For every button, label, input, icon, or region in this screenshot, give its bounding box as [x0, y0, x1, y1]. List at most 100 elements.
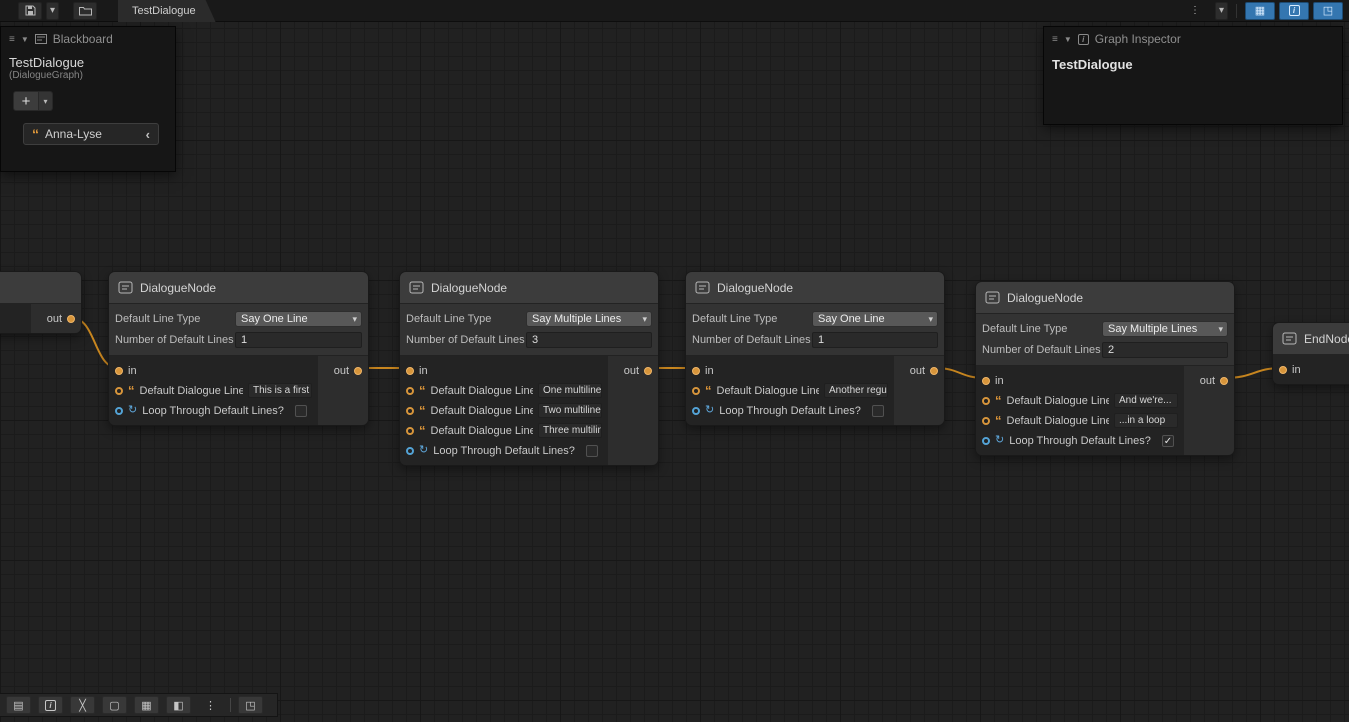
in-port[interactable] [115, 367, 123, 375]
blackboard-toggle-button[interactable]: ▦ [1245, 2, 1275, 20]
dialogue-line-port[interactable] [115, 387, 123, 395]
more-options-button[interactable]: ⋮ [1183, 2, 1207, 20]
port-row: “ Default Dialogue Line 1 And we're... [982, 392, 1178, 409]
dialogue-line-field[interactable]: Three multiline [538, 423, 602, 438]
port-row: out [624, 362, 652, 379]
node-title: DialogueNode [1007, 291, 1083, 305]
node-header[interactable]: DialogueNode [686, 272, 944, 304]
blackboard-property[interactable]: “ Anna-Lyse ‹ [23, 123, 159, 145]
dialogue-line-field[interactable]: ...in a loop [1114, 413, 1178, 428]
collapse-icon[interactable]: ▼ [21, 35, 29, 44]
dialogue-line-field[interactable]: Two multiline [538, 403, 602, 418]
save-options-caret[interactable]: ▾ [46, 2, 59, 20]
more-button[interactable]: ⋮ [198, 696, 223, 714]
node-properties: Default Line Type Say One Line Number of… [686, 304, 944, 356]
out-port[interactable] [930, 367, 938, 375]
num-lines-field[interactable]: 2 [1102, 342, 1228, 358]
dialogue-line-field[interactable]: This is a first [248, 383, 312, 398]
line-type-dropdown[interactable]: Say One Line [812, 311, 938, 327]
loop-checkbox[interactable] [295, 405, 307, 417]
num-lines-field[interactable]: 1 [235, 332, 362, 348]
quote-icon: “ [705, 386, 712, 395]
dialogue-line-port[interactable] [406, 427, 414, 435]
info-icon: i [1078, 34, 1089, 45]
dialogue-node[interactable]: DialogueNode Default Line Type Say Multi… [399, 271, 659, 466]
save-button[interactable] [18, 2, 42, 20]
dialogue-line-port[interactable] [982, 417, 990, 425]
property-row: Default Line Type Say One Line [692, 310, 938, 328]
dialogue-node[interactable]: DialogueNode Default Line Type Say One L… [685, 271, 945, 426]
dialogue-line-field[interactable]: And we're... [1114, 393, 1178, 408]
dialogue-node[interactable]: DialogueNode Default Line Type Say Multi… [975, 281, 1235, 456]
out-port[interactable] [644, 367, 652, 375]
window-button[interactable]: ▢ [102, 696, 127, 714]
inspector-toggle-button[interactable]: i [1279, 2, 1309, 20]
add-property-caret[interactable]: ▾ [39, 91, 53, 111]
out-port[interactable] [1220, 377, 1228, 385]
in-port[interactable] [692, 367, 700, 375]
line-type-dropdown[interactable]: Say Multiple Lines [1102, 321, 1228, 337]
in-port[interactable] [1279, 366, 1287, 374]
end-node[interactable]: EndNode in [1272, 322, 1349, 385]
add-property-button[interactable]: + [13, 91, 39, 111]
graph-canvas[interactable]: Node kerName out DialogueNode Default [0, 0, 1349, 722]
inspector-header[interactable]: ≡ ▼ i Graph Inspector [1044, 27, 1342, 51]
console-button[interactable]: ▤ [6, 696, 31, 714]
speaker-node[interactable]: Node kerName out [0, 271, 82, 334]
graph-tab-label: TestDialogue [132, 5, 196, 17]
dialogue-node-icon [695, 281, 710, 294]
out-port[interactable] [67, 315, 75, 323]
loop-checkbox[interactable] [586, 445, 598, 457]
loop-label: Loop Through Default Lines? [142, 405, 284, 417]
dialogue-line-port[interactable] [982, 397, 990, 405]
in-port-label: in [995, 375, 1004, 387]
dialogue-line-port[interactable] [406, 407, 414, 415]
port-row: out [47, 310, 75, 327]
port-row: in [115, 362, 312, 379]
blackboard-button[interactable]: ▦ [134, 696, 159, 714]
node-header[interactable]: DialogueNode [109, 272, 368, 304]
line-type-dropdown[interactable]: Say Multiple Lines [526, 311, 652, 327]
port-row: in [1279, 361, 1349, 378]
node-header[interactable]: EndNode [1273, 323, 1349, 355]
in-port[interactable] [406, 367, 414, 375]
loop-port[interactable] [406, 447, 414, 455]
dialogue-node[interactable]: DialogueNode Default Line Type Say One L… [108, 271, 369, 426]
more-options-caret[interactable]: ▾ [1215, 2, 1228, 20]
drag-handle-icon[interactable]: ≡ [9, 34, 15, 45]
node-header[interactable]: Node [0, 272, 81, 304]
inspector-button[interactable]: i [38, 696, 63, 714]
open-folder-button[interactable] [73, 2, 97, 20]
quote-icon: “ [128, 386, 135, 395]
node-header[interactable]: DialogueNode [400, 272, 658, 304]
line-type-dropdown[interactable]: Say One Line [235, 311, 362, 327]
graph-tab[interactable]: TestDialogue [118, 0, 216, 22]
dialogue-line-label: Default Dialogue Line 2 [1007, 415, 1110, 427]
drag-handle-icon[interactable]: ≡ [1052, 34, 1058, 45]
dialogue-line-field[interactable]: Another regu [824, 383, 888, 398]
chevron-left-icon[interactable]: ‹ [146, 127, 150, 142]
dialogue-line-field[interactable]: One multiline [538, 383, 602, 398]
num-lines-field[interactable]: 1 [812, 332, 938, 348]
minimap-toggle-button[interactable]: ◳ [1313, 2, 1343, 20]
external-window-button[interactable]: ◳ [238, 696, 263, 714]
blackboard-graph-name[interactable]: TestDialogue [1, 51, 175, 70]
dialogue-line-port[interactable] [692, 387, 700, 395]
loop-port[interactable] [982, 437, 990, 445]
dialogue-toggle-button[interactable]: ◧ [166, 696, 191, 714]
loop-port[interactable] [692, 407, 700, 415]
node-title: EndNode [1304, 332, 1349, 346]
node-header[interactable]: DialogueNode [976, 282, 1234, 314]
num-lines-field[interactable]: 3 [526, 332, 652, 348]
loop-port[interactable] [115, 407, 123, 415]
loop-checkbox[interactable] [872, 405, 884, 417]
collapse-icon[interactable]: ▼ [1064, 35, 1072, 44]
port-row: “ Default Dialogue Line This is a first [115, 382, 312, 399]
in-port[interactable] [982, 377, 990, 385]
loop-checkbox[interactable]: ✓ [1162, 435, 1174, 447]
dialogue-line-port[interactable] [406, 387, 414, 395]
blackboard-header[interactable]: ≡ ▼ Blackboard [1, 27, 175, 51]
tools-button[interactable]: ╳ [70, 696, 95, 714]
field-value: Two multiline [543, 405, 601, 416]
out-port[interactable] [354, 367, 362, 375]
